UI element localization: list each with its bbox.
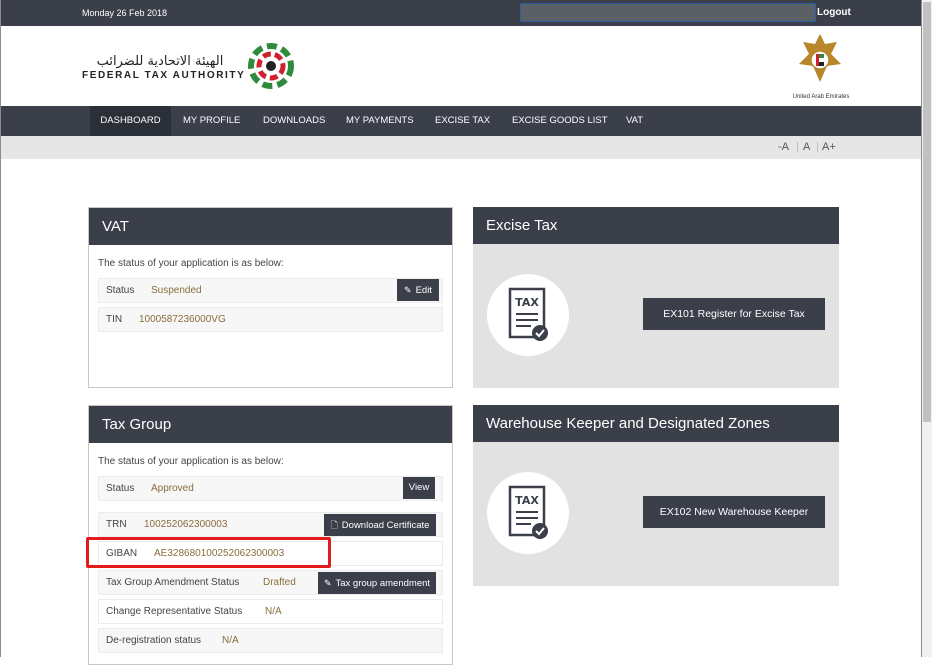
- change-representative-value: N/A: [265, 606, 282, 617]
- tax-group-trn-value: 100252062300003: [144, 519, 228, 530]
- vat-status-label: Status: [106, 285, 135, 296]
- nav-item-excise-goods-list[interactable]: EXCISE GOODS LIST: [512, 106, 608, 136]
- tax-group-status-row: Status Approved: [98, 476, 443, 501]
- tax-icon-text: TAX: [515, 494, 539, 507]
- pencil-icon: ✎: [404, 285, 412, 295]
- nav-item-downloads[interactable]: DOWNLOADS: [263, 106, 325, 136]
- download-certificate-button[interactable]: 🗋 Download Certificate: [324, 514, 436, 536]
- main-nav: DASHBOARD MY PROFILE DOWNLOADS MY PAYMEN…: [1, 106, 922, 136]
- giban-highlight-box: [86, 537, 331, 568]
- vat-status-row: Status Suspended: [98, 278, 443, 303]
- nav-item-dashboard[interactable]: DASHBOARD: [90, 106, 171, 136]
- nav-item-my-payments[interactable]: MY PAYMENTS: [346, 106, 414, 136]
- tax-group-status-label: Status: [106, 483, 135, 494]
- vat-tin-row: TIN 1000587236000VG: [98, 307, 443, 332]
- vat-tin-label: TIN: [106, 314, 123, 325]
- ex102-warehouse-keeper-button[interactable]: EX102 New Warehouse Keeper: [643, 496, 825, 528]
- divider: |: [816, 141, 819, 153]
- scrollbar[interactable]: [922, 0, 932, 657]
- logo-english-text: FEDERAL TAX AUTHORITY: [82, 70, 246, 81]
- change-representative-label: Change Representative Status: [106, 606, 243, 617]
- fta-logo-icon: [248, 43, 294, 89]
- document-icon: 🗋: [330, 520, 338, 530]
- vat-edit-label: Edit: [415, 285, 432, 296]
- tax-group-trn-label: TRN: [106, 519, 127, 530]
- tax-group-view-button[interactable]: View: [403, 477, 435, 499]
- nav-item-excise-tax[interactable]: EXCISE TAX: [435, 106, 490, 136]
- tax-group-amendment-button-label: Tax group amendment: [335, 578, 431, 589]
- vat-intro-text: The status of your application is as bel…: [98, 258, 284, 269]
- excise-panel-title: Excise Tax: [473, 207, 839, 244]
- search-input[interactable]: [520, 3, 816, 22]
- ex101-register-button[interactable]: EX101 Register for Excise Tax: [643, 298, 825, 330]
- deregistration-value: N/A: [222, 635, 239, 646]
- logo-arabic-text: الهيئة الاتحادية للضرائب: [96, 54, 224, 69]
- uae-emblem-icon: [799, 34, 841, 82]
- tax-document-icon: TAX: [487, 274, 569, 356]
- vat-tin-value: 1000587236000VG: [139, 314, 226, 325]
- vat-panel-title: VAT: [89, 208, 452, 245]
- deregistration-label: De-registration status: [106, 635, 202, 646]
- tax-group-amendment-value: Drafted: [263, 577, 296, 588]
- current-date: Monday 26 Feb 2018: [82, 8, 168, 18]
- nav-item-vat[interactable]: VAT: [626, 106, 643, 136]
- divider: |: [796, 141, 799, 153]
- tax-group-status-value: Approved: [151, 483, 194, 494]
- change-representative-row: Change Representative Status N/A: [98, 599, 443, 624]
- tax-document-icon: TAX: [487, 472, 569, 554]
- tax-group-amendment-button[interactable]: ✎ Tax group amendment: [318, 572, 436, 594]
- download-certificate-label: Download Certificate: [341, 520, 430, 531]
- warehouse-panel-title: Warehouse Keeper and Designated Zones: [473, 405, 839, 442]
- scrollbar-thumb[interactable]: [923, 2, 931, 422]
- nav-item-my-profile[interactable]: MY PROFILE: [183, 106, 240, 136]
- vat-edit-button[interactable]: ✎ Edit: [397, 279, 439, 301]
- tax-group-intro-text: The status of your application is as bel…: [98, 456, 284, 467]
- font-decrease-button[interactable]: -A: [778, 141, 789, 153]
- tax-icon-text: TAX: [515, 296, 539, 309]
- vat-status-value: Suspended: [151, 285, 202, 296]
- logout-link[interactable]: Logout: [817, 7, 851, 18]
- top-bar: Monday 26 Feb 2018 Logout: [1, 0, 922, 26]
- deregistration-row: De-registration status N/A: [98, 628, 443, 653]
- pencil-icon: ✎: [323, 578, 332, 588]
- site-header: الهيئة الاتحادية للضرائب FEDERAL TAX AUT…: [1, 26, 922, 106]
- tax-group-amendment-label: Tax Group Amendment Status: [106, 577, 240, 588]
- font-normal-button[interactable]: A: [803, 141, 810, 153]
- tax-group-panel-title: Tax Group: [89, 406, 452, 443]
- emblem-label: United Arab Emirates: [792, 94, 850, 100]
- font-increase-button[interactable]: A+: [822, 141, 836, 153]
